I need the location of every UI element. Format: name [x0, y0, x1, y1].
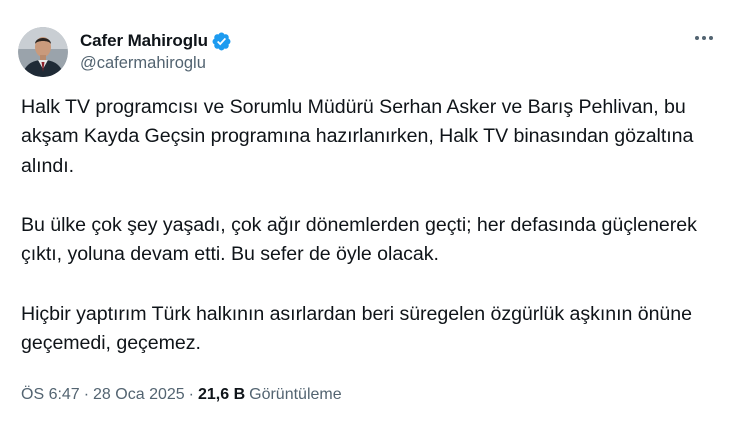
tweet-header: Cafer Mahiroglu @cafermahiroglu — [18, 23, 723, 79]
author-handle[interactable]: @cafermahiroglu — [80, 54, 232, 73]
tweet-text: Halk TV programcısı ve Sorumlu Müdürü Se… — [21, 93, 726, 358]
tweet-paragraph: Halk TV programcısı ve Sorumlu Müdürü Se… — [21, 96, 694, 177]
views-count: 21,6 B — [197, 386, 246, 403]
display-name-row: Cafer Mahiroglu — [80, 29, 232, 53]
tweet-date[interactable]: 28 Oca 2025 — [93, 386, 185, 404]
tweet-paragraph: Hiçbir yaptırım Türk halkının asırlardan… — [21, 302, 692, 355]
meta-separator: · — [188, 386, 194, 403]
verified-badge-icon[interactable] — [211, 31, 232, 52]
views-label: Görüntüleme — [249, 386, 342, 403]
tweet-meta: ÖS 6:47 · 28 Oca 2025 · 21,6 B Görüntüle… — [21, 386, 342, 404]
tweet-paragraph: Bu ülke çok şey yaşadı, çok ağır dönemle… — [21, 214, 697, 266]
meta-separator: · — [83, 386, 90, 403]
avatar[interactable] — [18, 27, 68, 77]
author-display-name[interactable]: Cafer Mahiroglu — [80, 31, 208, 51]
author-block: Cafer Mahiroglu @cafermahiroglu — [80, 29, 232, 73]
tweet-card: Cafer Mahiroglu @cafermahiroglu Halk TV … — [0, 0, 737, 427]
tweet-time[interactable]: ÖS 6:47 — [21, 386, 80, 404]
more-horizontal-icon[interactable] — [691, 27, 717, 49]
